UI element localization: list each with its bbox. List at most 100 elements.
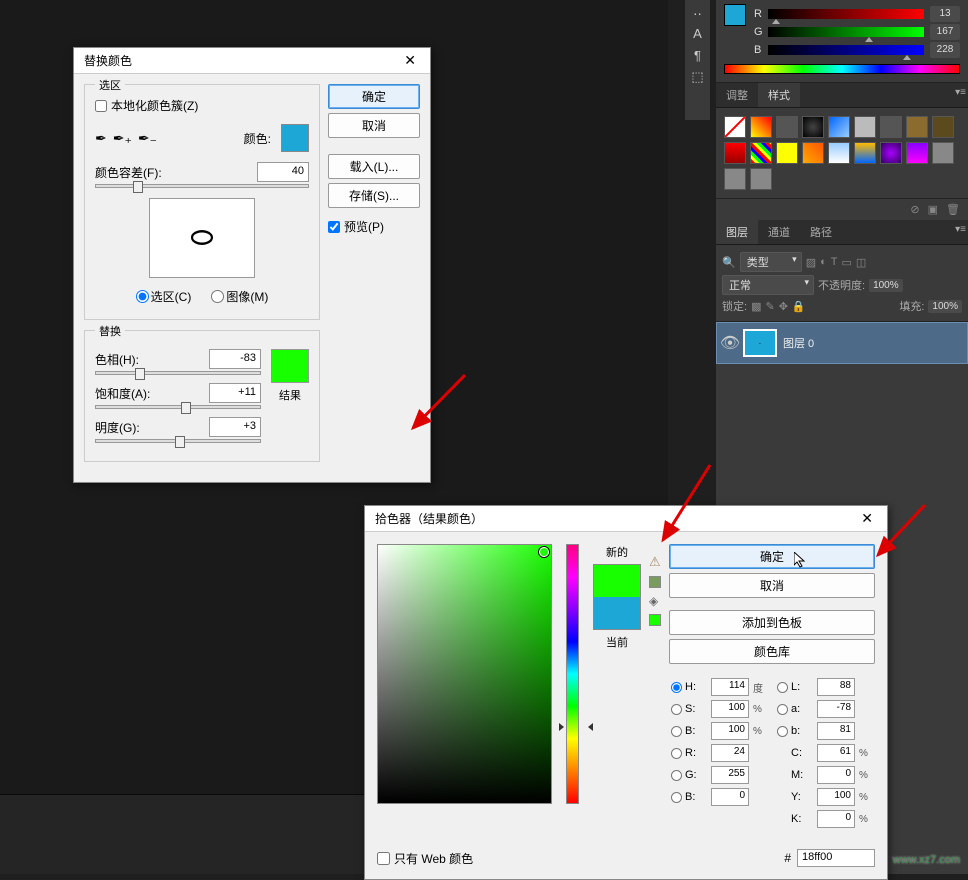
saturation-value[interactable]: +11 [209,383,261,403]
clear-style-icon[interactable]: ⊘ [910,203,919,216]
eyedropper-minus-icon[interactable]: ✒₋ [138,130,157,147]
lab-b-radio[interactable] [777,726,788,737]
result-color-swatch[interactable] [271,349,309,383]
filter-text-icon[interactable]: T [831,256,838,269]
lock-paint-icon[interactable]: ✎ [765,300,774,313]
tool-3d[interactable]: ⬚ [685,66,710,88]
lock-pos-icon[interactable]: ✥ [779,300,788,313]
style-swatch[interactable] [828,116,850,138]
g-value[interactable]: 255 [711,766,749,784]
fill-value[interactable]: 100% [928,300,962,313]
gamut-warning-swatch[interactable] [649,576,661,588]
filter-shape-icon[interactable]: ▭ [842,256,852,269]
c-value[interactable]: 61 [817,744,855,762]
g-radio[interactable] [671,770,682,781]
hue-bar[interactable] [724,64,960,74]
style-swatch[interactable] [724,142,746,164]
websafe-warning-icon[interactable]: ◈ [649,594,661,608]
h-radio[interactable] [671,682,682,693]
style-swatch[interactable] [776,116,798,138]
tab-paths[interactable]: 路径 [800,220,842,244]
hue-value[interactable]: -83 [209,349,261,369]
selection-radio[interactable]: 选区(C) [136,288,192,305]
opacity-value[interactable]: 100% [869,279,903,292]
layer-thumbnail[interactable]: · [743,329,777,357]
style-swatch[interactable] [932,116,954,138]
lock-trans-icon[interactable]: ▩ [751,300,761,313]
lightness-slider[interactable] [95,439,261,443]
gamut-warning-icon[interactable]: ⚠ [649,554,661,570]
close-icon[interactable]: ✕ [857,510,877,527]
style-swatch[interactable] [854,116,876,138]
layer-name[interactable]: 图层 0 [783,335,814,351]
style-swatch[interactable] [724,116,746,138]
filter-pixel-icon[interactable]: ▨ [806,256,816,269]
eye-icon[interactable]: 👁 [723,336,737,350]
style-swatch[interactable] [802,116,824,138]
new-style-icon[interactable]: ▣ [928,203,938,216]
style-swatch[interactable] [906,142,928,164]
s-radio[interactable] [671,704,682,715]
image-radio[interactable]: 图像(M) [211,288,268,305]
close-icon[interactable]: ✕ [400,52,420,69]
bb-value[interactable]: 0 [711,788,749,806]
b-radio[interactable] [671,726,682,737]
a-value[interactable]: -78 [817,700,855,718]
color-libraries-button[interactable]: 颜色库 [669,639,875,664]
a-radio[interactable] [777,704,788,715]
foreground-swatch[interactable] [724,4,746,26]
new-color-swatch[interactable] [594,565,640,597]
lab-b-value[interactable]: 81 [817,722,855,740]
panel-menu-icon[interactable]: ▾≡ [955,87,966,98]
hue-strip[interactable] [566,544,579,804]
color-handle[interactable] [539,547,549,557]
style-swatch[interactable] [906,116,928,138]
style-swatch[interactable] [750,116,772,138]
tool-text[interactable]: A [685,22,710,44]
tool-para[interactable]: ¶ [685,44,710,66]
filter-smart-icon[interactable]: ◫ [856,256,866,269]
fuzziness-slider[interactable] [95,184,309,188]
r-value[interactable]: 24 [711,744,749,762]
style-swatch[interactable] [880,142,902,164]
tab-channels[interactable]: 通道 [758,220,800,244]
h-value[interactable]: 114 [711,678,749,696]
filter-adjust-icon[interactable]: ◐ [820,256,827,269]
y-value[interactable]: 100 [817,788,855,806]
hex-value[interactable]: 18ff00 [797,849,875,867]
style-swatch[interactable] [724,168,746,190]
style-swatch[interactable] [750,142,772,164]
style-swatch[interactable] [880,116,902,138]
eyedropper-icon[interactable]: ✒ [95,130,107,147]
tab-layers[interactable]: 图层 [716,220,758,244]
hue-slider[interactable] [95,371,261,375]
s-value[interactable]: 100 [711,700,749,718]
lightness-value[interactable]: +3 [209,417,261,437]
websafe-swatch[interactable] [649,614,661,626]
layer-row[interactable]: 👁 · 图层 0 [716,322,968,364]
current-color-swatch[interactable] [594,597,640,629]
hue-indicator[interactable] [561,723,591,729]
filter-kind[interactable]: 类型 [740,252,802,272]
eyedropper-plus-icon[interactable]: ✒₊ [113,130,132,147]
web-only-checkbox[interactable]: 只有 Web 颜色 [377,850,473,867]
add-swatch-button[interactable]: 添加到色板 [669,610,875,635]
bb-radio[interactable] [671,792,682,803]
cancel-button[interactable]: 取消 [328,113,420,138]
ok-button[interactable]: 确定 [328,84,420,109]
fuzziness-value[interactable]: 40 [257,162,309,182]
localized-clusters-checkbox[interactable]: 本地化颜色簇(Z) [95,97,309,114]
tab-adjust[interactable]: 调整 [716,83,758,107]
b-slider[interactable] [768,45,924,55]
saturation-slider[interactable] [95,405,261,409]
style-swatch[interactable] [802,142,824,164]
search-icon[interactable]: 🔍 [722,256,736,269]
k-value[interactable]: 0 [817,810,855,828]
g-slider[interactable] [768,27,924,37]
style-swatch[interactable] [932,142,954,164]
b-value[interactable]: 228 [930,42,960,58]
preview-checkbox[interactable]: 预览(P) [328,218,420,235]
lock-all-icon[interactable]: 🔒 [792,300,806,313]
style-swatch[interactable] [854,142,876,164]
source-color-swatch[interactable] [281,124,309,152]
